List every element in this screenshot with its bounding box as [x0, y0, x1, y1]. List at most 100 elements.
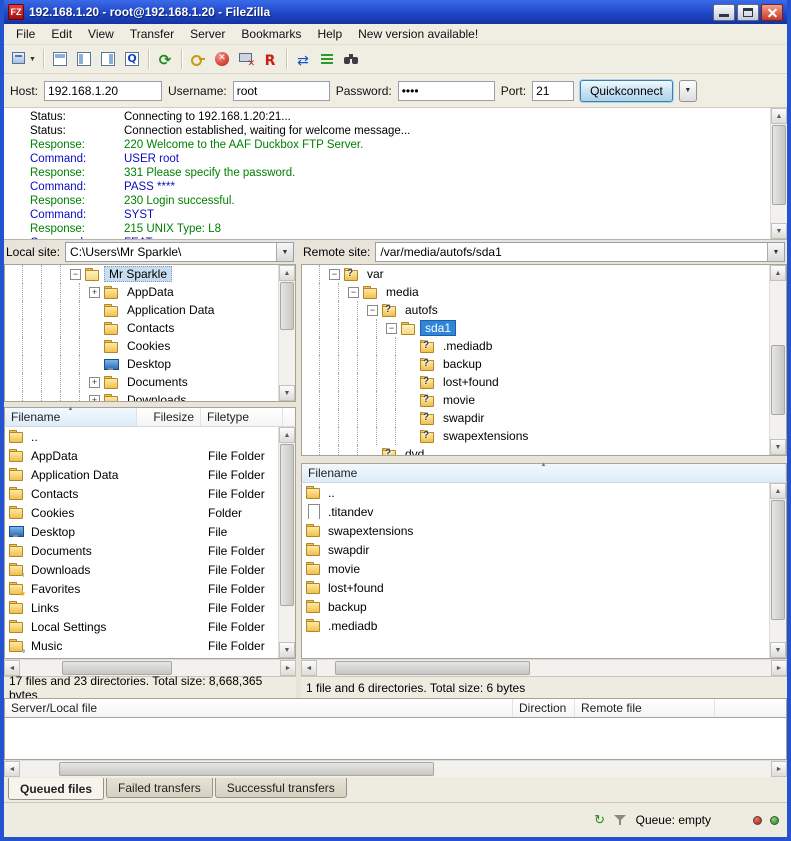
expand-icon[interactable]: +	[89, 287, 100, 298]
local-tree-item-appdata[interactable]: +AppData	[5, 283, 295, 301]
scroll-down-button[interactable]	[279, 385, 295, 401]
scroll-down-button[interactable]	[770, 439, 786, 455]
scrollbar-thumb[interactable]	[280, 282, 294, 330]
local-file-row[interactable]: ↓DownloadsFile Folder	[5, 560, 295, 579]
remote-file-row[interactable]: ..	[302, 483, 786, 502]
scroll-up-button[interactable]	[279, 265, 295, 281]
log-scrollbar[interactable]	[770, 108, 787, 239]
tab-failed-transfers[interactable]: Failed transfers	[106, 778, 213, 798]
toggle-message-log-button[interactable]	[48, 47, 72, 71]
collapse-icon[interactable]: −	[386, 323, 397, 334]
scroll-left-button[interactable]	[301, 660, 317, 676]
scroll-up-button[interactable]	[770, 265, 786, 281]
menu-item-server[interactable]: Server	[182, 25, 233, 43]
local-tree-item-application-data[interactable]: Application Data	[5, 301, 295, 319]
scroll-down-button[interactable]	[770, 642, 786, 658]
synchronized-browsing-button[interactable]	[315, 47, 339, 71]
local-column-header-filesize[interactable]: Filesize	[137, 408, 201, 426]
port-input[interactable]	[532, 81, 574, 101]
tab-successful-transfers[interactable]: Successful transfers	[215, 778, 347, 798]
scrollbar-thumb[interactable]	[59, 762, 434, 776]
cancel-button[interactable]	[210, 47, 234, 71]
local-file-row[interactable]: DocumentsFile Folder	[5, 541, 295, 560]
local-tree-scrollbar[interactable]	[278, 265, 295, 401]
toggle-queue-button[interactable]	[120, 47, 144, 71]
collapse-icon[interactable]: −	[348, 287, 359, 298]
local-file-row[interactable]: LinksFile Folder	[5, 598, 295, 617]
remote-tree-item-backup[interactable]: ?backup	[302, 355, 786, 373]
local-file-row[interactable]: AppDataFile Folder	[5, 446, 295, 465]
local-tree-item-downloads[interactable]: +↓Downloads	[5, 391, 295, 402]
scrollbar-thumb[interactable]	[771, 345, 785, 415]
remote-tree-item-dvd[interactable]: ?dvd	[302, 445, 786, 456]
find-files-button[interactable]	[339, 47, 363, 71]
menu-item-bookmarks[interactable]: Bookmarks	[233, 25, 309, 43]
maximize-button[interactable]	[737, 4, 759, 21]
remote-file-row[interactable]: .titandev	[302, 502, 786, 521]
local-tree-item-cookies[interactable]: Cookies	[5, 337, 295, 355]
queue-horizontal-scrollbar[interactable]	[4, 760, 787, 777]
queue-column-header-direction[interactable]: Direction	[513, 699, 575, 717]
directory-comparison-button[interactable]	[291, 47, 315, 71]
scrollbar-thumb[interactable]	[280, 444, 294, 606]
tab-queued-files[interactable]: Queued files	[8, 778, 104, 800]
refresh-button[interactable]	[153, 47, 177, 71]
scroll-up-button[interactable]	[771, 108, 787, 124]
toggle-local-tree-button[interactable]	[72, 47, 96, 71]
local-file-row[interactable]: CookiesFolder	[5, 503, 295, 522]
local-horizontal-scrollbar[interactable]	[4, 659, 296, 676]
toggle-remote-tree-button[interactable]	[96, 47, 120, 71]
remote-tree-item-movie[interactable]: ?movie	[302, 391, 786, 409]
combo-dropdown-icon[interactable]	[276, 243, 293, 261]
process-queue-button[interactable]	[186, 47, 210, 71]
scrollbar-thumb[interactable]	[62, 661, 172, 675]
scroll-up-button[interactable]	[279, 427, 295, 443]
local-list-scrollbar[interactable]	[278, 427, 295, 658]
queue-column-header-remote-file[interactable]: Remote file	[575, 699, 715, 717]
local-file-row[interactable]: ★FavoritesFile Folder	[5, 579, 295, 598]
remote-file-row[interactable]: lost+found	[302, 578, 786, 597]
scrollbar-thumb[interactable]	[771, 500, 785, 620]
combo-dropdown-icon[interactable]	[767, 243, 784, 261]
remote-column-header-filename[interactable]: Filename	[302, 464, 786, 482]
host-input[interactable]	[44, 81, 162, 101]
expand-icon[interactable]: +	[89, 377, 100, 388]
local-column-header-filename[interactable]: Filename	[5, 408, 137, 426]
remote-tree-item-media[interactable]: −media	[302, 283, 786, 301]
remote-tree-item-lost-found[interactable]: ?lost+found	[302, 373, 786, 391]
local-file-row[interactable]: ♪MusicFile Folder	[5, 636, 295, 655]
scroll-right-button[interactable]	[280, 660, 296, 676]
quickconnect-dropdown-button[interactable]: ▼	[679, 80, 697, 102]
disconnect-button[interactable]	[234, 47, 258, 71]
username-input[interactable]	[233, 81, 330, 101]
local-file-row[interactable]: ..	[5, 427, 295, 446]
local-site-combobox[interactable]: C:\Users\Mr Sparkle\	[65, 242, 294, 262]
remote-tree-item-swapdir[interactable]: ?swapdir	[302, 409, 786, 427]
local-file-row[interactable]: Local SettingsFile Folder	[5, 617, 295, 636]
remote-list-scrollbar[interactable]	[769, 483, 786, 658]
menu-item-edit[interactable]: Edit	[43, 25, 80, 43]
collapse-icon[interactable]: −	[70, 269, 81, 280]
scroll-left-button[interactable]	[4, 660, 20, 676]
local-column-header-filetype[interactable]: Filetype	[201, 408, 283, 426]
local-tree-item-desktop[interactable]: Desktop	[5, 355, 295, 373]
collapse-icon[interactable]: −	[329, 269, 340, 280]
scroll-down-button[interactable]	[279, 642, 295, 658]
remote-site-combobox[interactable]: /var/media/autofs/sda1	[375, 242, 785, 262]
scroll-down-button[interactable]	[771, 223, 787, 239]
queue-column-header-server-local-file[interactable]: Server/Local file	[5, 699, 513, 717]
remote-file-row[interactable]: backup	[302, 597, 786, 616]
password-input[interactable]	[398, 81, 495, 101]
filter-icon[interactable]	[614, 814, 626, 826]
scroll-right-button[interactable]	[771, 761, 787, 777]
remote-horizontal-scrollbar[interactable]	[301, 659, 787, 676]
local-tree-item-mr-sparkle[interactable]: −Mr Sparkle	[5, 265, 295, 283]
local-tree-item-documents[interactable]: +Documents	[5, 373, 295, 391]
local-tree-item-contacts[interactable]: Contacts	[5, 319, 295, 337]
scroll-left-button[interactable]	[4, 761, 20, 777]
remote-file-row[interactable]: .mediadb	[302, 616, 786, 635]
remote-tree-item-autofs[interactable]: −?autofs	[302, 301, 786, 319]
menu-item-file[interactable]: File	[8, 25, 43, 43]
remote-tree-scrollbar[interactable]	[769, 265, 786, 455]
local-file-row[interactable]: Application DataFile Folder	[5, 465, 295, 484]
